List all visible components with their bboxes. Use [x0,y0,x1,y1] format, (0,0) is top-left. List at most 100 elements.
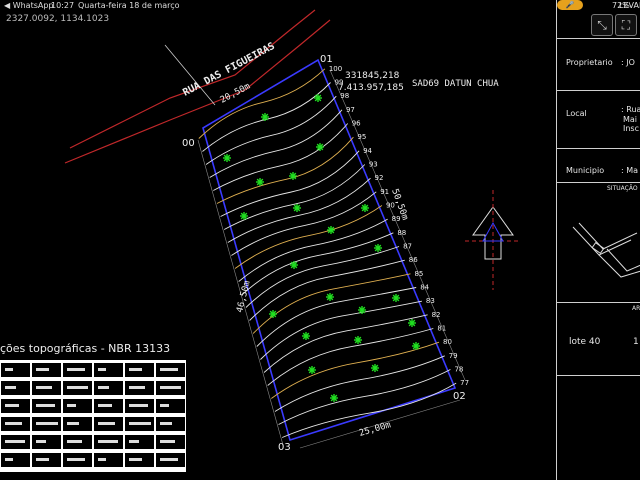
title-block-panel: LEVANT ⤡ ⛶ Proprietario : JO Local : Rua… [556,0,640,480]
tree-icon [316,143,324,151]
contour-line [231,191,377,256]
legend-thumbnail[interactable] [32,435,61,449]
legend-thumbnail[interactable] [156,417,185,431]
contour-line [263,314,428,373]
legend-thumbnail[interactable] [63,363,92,377]
legend-thumbnail[interactable] [94,399,123,413]
back-dimension: 25,00m [358,420,392,439]
legend-thumbnail[interactable] [63,417,92,431]
tree-icon [308,366,316,374]
tree-icon [290,261,298,269]
legend-thumbnail[interactable] [63,399,92,413]
area-label: AR [632,305,640,312]
contour-label: 92 [375,174,384,182]
status-bar: ◀ WhatsApp 10:27 Quarta-feira 18 de març… [0,0,640,12]
legend-thumbnail[interactable] [125,381,154,395]
contour-line [267,328,434,386]
legend-thumbnail[interactable] [63,381,92,395]
contour-line [238,218,388,282]
tree-icon [361,204,369,212]
vertex-00: 00 [182,138,195,149]
lote-label: lote 40 [569,337,601,347]
legend-thumbnail[interactable] [1,363,30,377]
tree-icon [223,154,231,162]
legend-thumbnail[interactable] [1,435,30,449]
tree-icon [289,172,297,180]
legend-thumbnail[interactable] [94,435,123,449]
legend-thumbnail[interactable] [1,399,30,413]
legend-thumbnail[interactable] [125,435,154,449]
vertex-03: 03 [278,442,291,453]
legend-thumbnail[interactable] [1,381,30,395]
tree-icon [358,306,366,314]
vertex-01: 01 [320,54,333,65]
tree-icon [408,319,416,327]
contour-line [274,355,445,412]
contour-labels: 1009998979695949392919089888786858483828… [329,65,469,387]
clock: 10:27 [51,1,75,10]
contour-label: 77 [460,379,469,387]
legend-thumbnail[interactable] [32,417,61,431]
legend-thumbnails[interactable] [0,360,186,472]
situacao-label: SITUAÇÃO [607,185,638,192]
contour-label: 78 [454,366,463,374]
contour-label: 98 [340,92,349,100]
contour-label: 96 [352,120,361,128]
contour-label: 80 [443,338,452,346]
legend-thumbnail[interactable] [32,381,61,395]
coordinate-n: 7.413.957,185 [338,83,404,93]
legend-thumbnail[interactable] [94,381,123,395]
legend-thumbnail[interactable] [156,435,185,449]
situation-map [572,222,640,278]
dimension-lines [197,69,466,449]
contour-label: 94 [363,147,372,155]
legend-thumbnail[interactable] [32,453,61,467]
legend-thumbnail[interactable] [32,399,61,413]
back-to-app-link[interactable]: ◀ WhatsApp [4,1,54,10]
legend-thumbnail[interactable] [156,381,185,395]
legend-thumbnail[interactable] [63,453,92,467]
legend-thumbnail[interactable] [125,453,154,467]
panel-title: LEVANT [619,1,640,10]
legend-thumbnail[interactable] [32,363,61,377]
municipio-value: : Ma [621,166,639,175]
legend-thumbnail[interactable] [156,399,185,413]
contour-label: 91 [380,188,389,196]
contour-label: 82 [432,311,441,319]
contour-label: 85 [414,270,423,278]
contour-label: 81 [437,325,446,333]
street-name: RUA DAS FIGUEIRAS [181,41,277,99]
contour-label: 83 [426,297,435,305]
contour-label: 100 [329,65,342,73]
tree-icon [354,336,362,344]
legend-thumbnail[interactable] [125,363,154,377]
lote-value: 1 [633,337,639,347]
legend-thumbnail[interactable] [94,453,123,467]
legend-thumbnail[interactable] [156,453,185,467]
contour-line [209,109,343,178]
contour-label: 79 [449,352,458,360]
collapse-icon[interactable]: ⤡ [591,14,613,36]
legend-thumbnail[interactable] [94,417,123,431]
contour-label: 97 [346,106,355,114]
tree-icon [269,310,277,318]
legend-thumbnail[interactable] [156,363,185,377]
legend-thumbnail[interactable] [125,399,154,413]
tree-icon [392,294,400,302]
coordinate-e: 331845,218 [345,71,400,81]
local-line-2: Mai [623,115,638,124]
legend-thumbnail[interactable] [1,417,30,431]
fullscreen-icon[interactable]: ⛶ [615,14,637,36]
proprietario-value: : JO [621,58,635,67]
tree-icon [371,364,379,372]
legend-thumbnail[interactable] [63,435,92,449]
legend-thumbnail[interactable] [1,453,30,467]
contour-line [245,246,400,308]
contour-label: 84 [420,284,429,292]
legend-thumbnail[interactable] [125,417,154,431]
coordinate-readout: 2327.0092, 1134.1023 [6,14,110,24]
tree-icon [302,332,310,340]
proprietario-label: Proprietario [566,58,613,67]
legend-thumbnail[interactable] [94,363,123,377]
local-line-3: Insc [623,124,639,133]
